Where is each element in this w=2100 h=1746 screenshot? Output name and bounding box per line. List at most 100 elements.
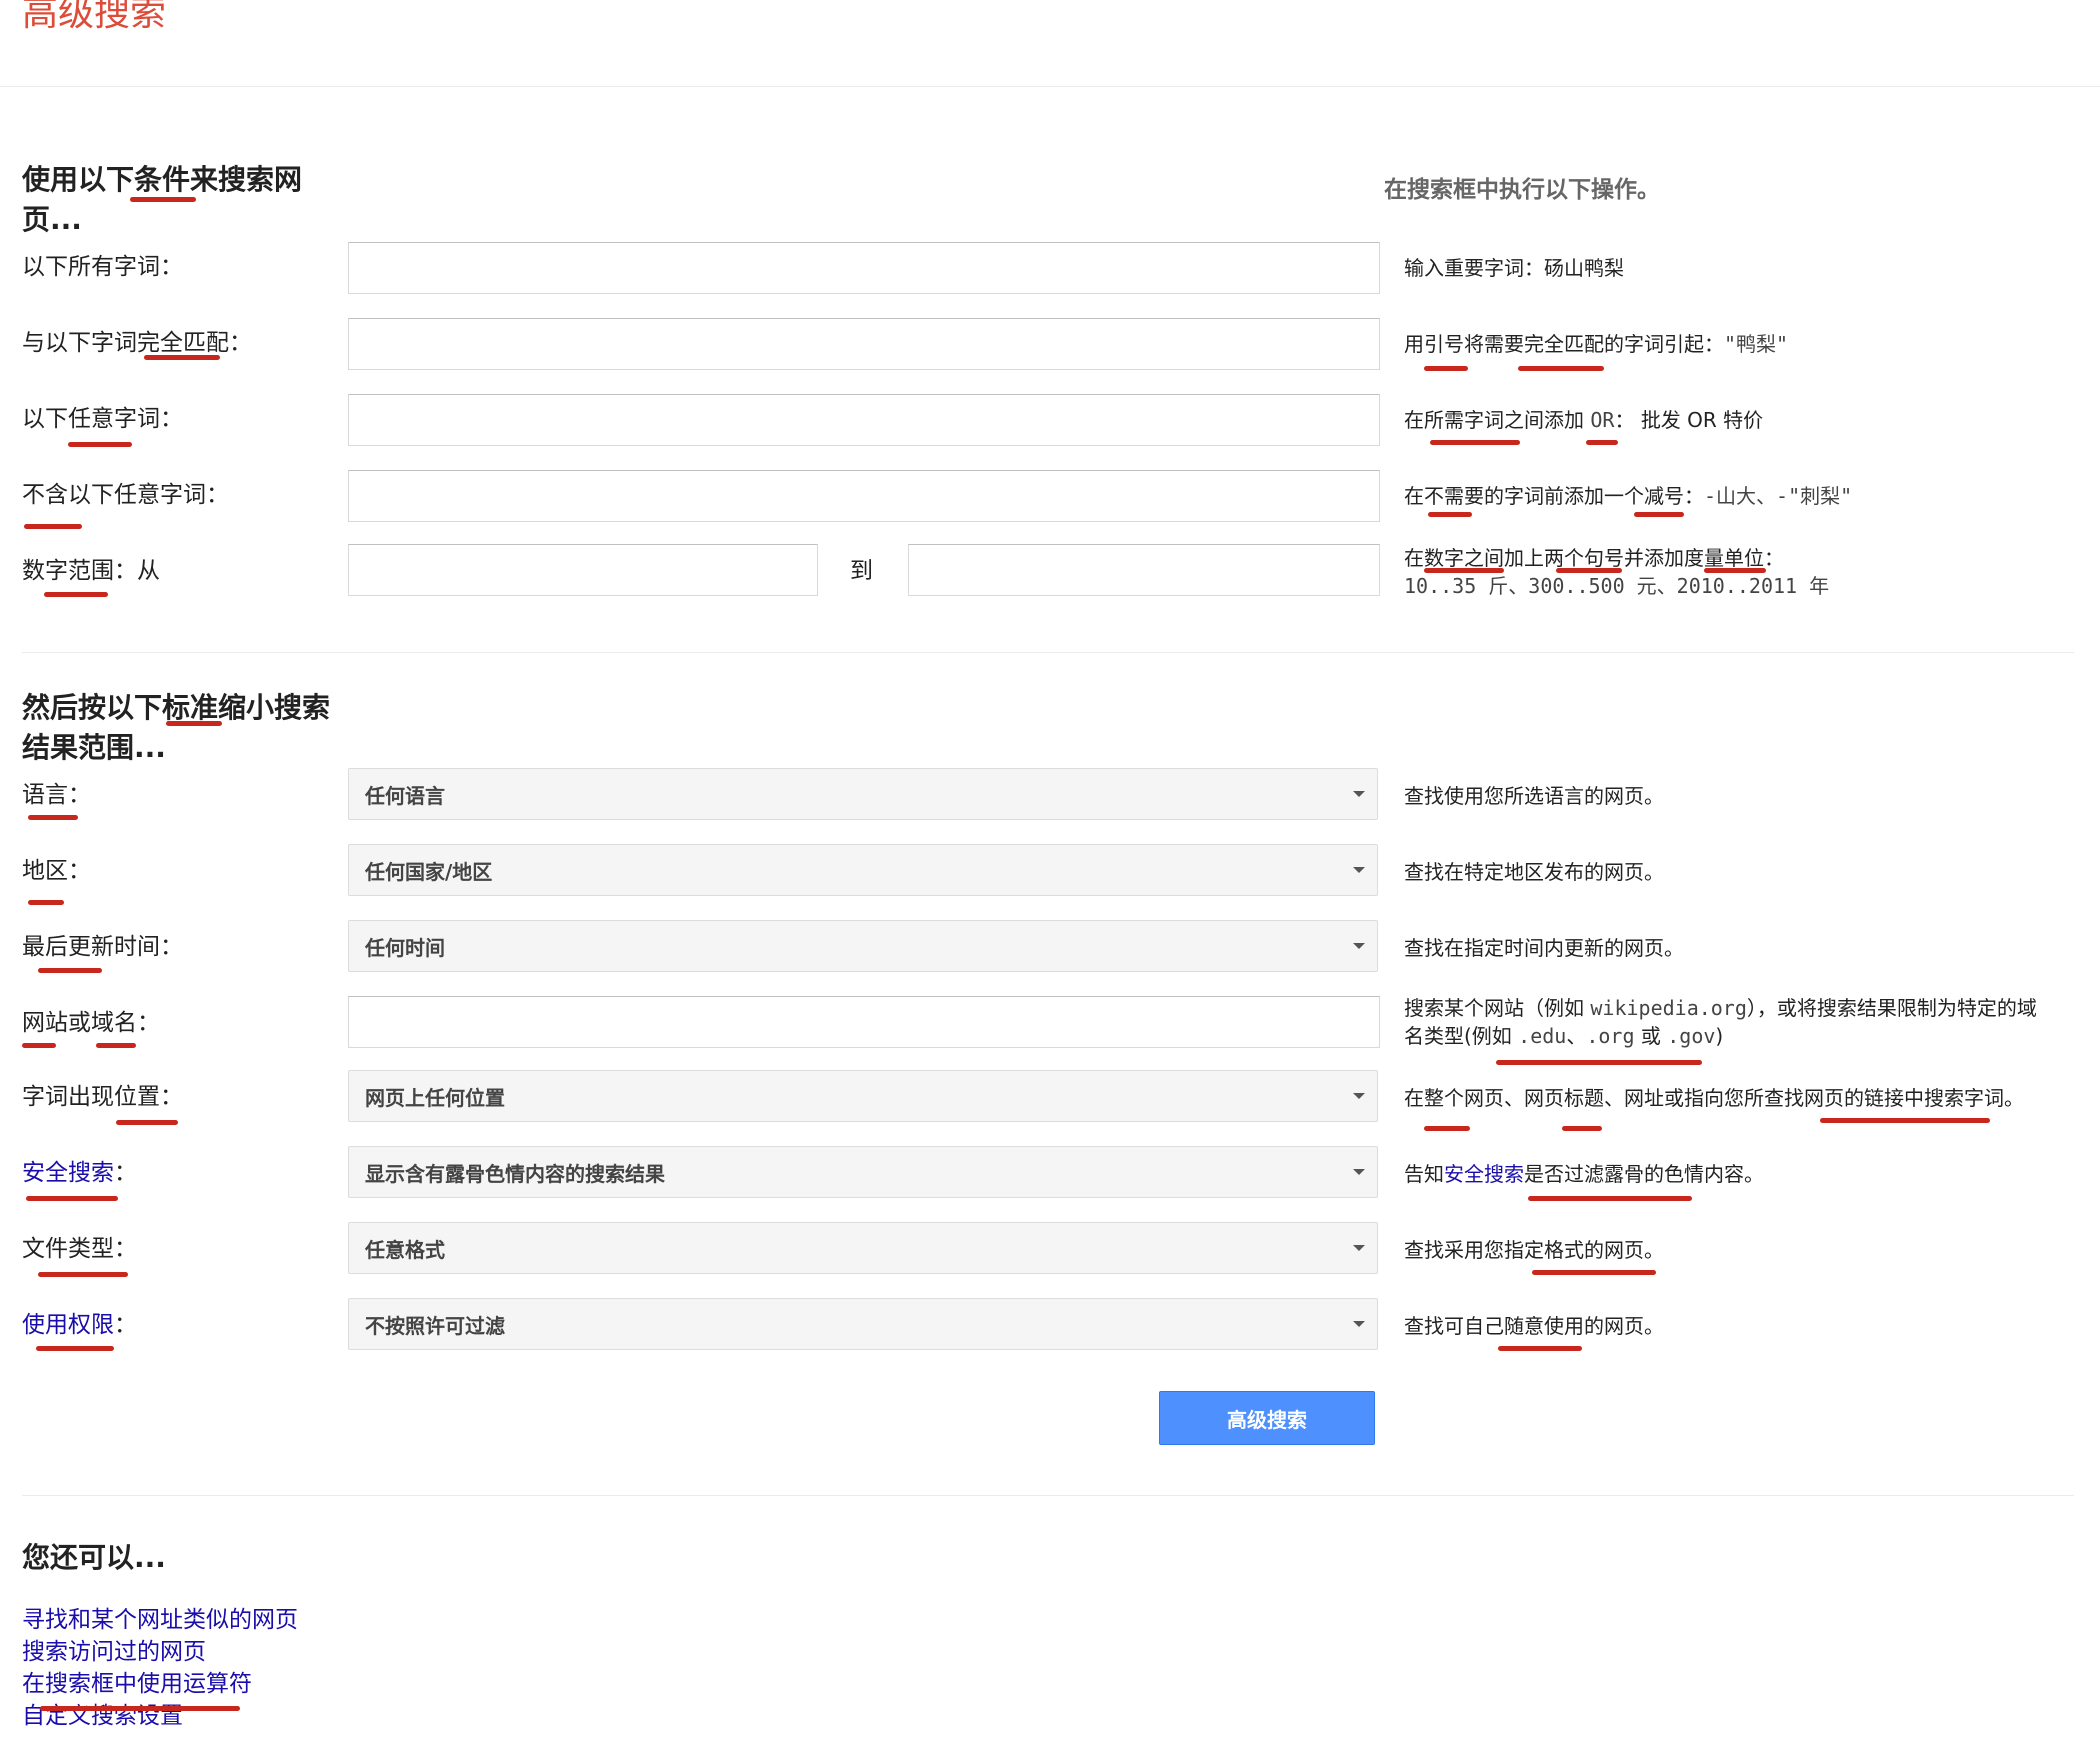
ops-heading: 在搜索框中执行以下操作。 [1384,177,1660,203]
all-words-input[interactable] [348,242,1380,294]
site-hint-or: 或 [1640,1024,1661,1048]
range-from-input[interactable] [348,544,818,596]
language-select[interactable]: 任何语言 [348,768,1378,820]
terms-appearing-select[interactable]: 网页上任何位置 [348,1070,1378,1122]
annotation-underline [1634,512,1684,517]
site-hint-org: .org [1586,1024,1635,1048]
usage-rights-select[interactable]: 不按照许可过滤 [348,1298,1378,1350]
annotation-underline [166,721,222,726]
dropdown-arrow-icon [1353,943,1365,949]
annotation-underline [96,1043,136,1048]
none-words-input[interactable] [348,470,1380,522]
last-update-select-value: 任何时间 [365,935,445,960]
annotation-underline [1430,440,1520,445]
dropdown-arrow-icon [1353,791,1365,797]
site-hint-c: 名类型(例如 [1404,1024,1512,1048]
region-select[interactable]: 任何国家/地区 [348,844,1378,896]
site-hint-gov: .gov [1667,1024,1716,1048]
region-select-value: 任何国家/地区 [365,859,493,884]
range-hint-line2: 10..35 斤、300..500 元、2010..2011 年 [1404,574,1830,598]
find-pages-heading-line2: 页... [22,203,82,236]
any-words-hint-sep: ： [1614,408,1635,432]
find-pages-heading-line1: 使用以下条件来搜索网 [22,163,303,196]
range-label: 数字范围：从 [22,558,160,584]
none-words-hint-example: -山大、-"刺梨" [1704,484,1853,508]
safesearch-select-value: 显示含有露骨色情内容的搜索结果 [365,1161,665,1186]
annotation-underline [1562,1126,1602,1131]
terms-appearing-hint: 在整个网页、网页标题、网址或指向您所查找网页的链接中搜索字词。 [1404,1086,2024,1110]
exact-phrase-label: 与以下字词完全匹配： [22,330,252,356]
all-words-hint: 输入重要字词：砀山鸭梨 [1404,254,1624,282]
usage-rights-select-value: 不按照许可过滤 [365,1313,505,1338]
usage-rights-hint: 查找可自己随意使用的网页。 [1404,1314,1664,1338]
annotation-underline [38,1272,128,1277]
exact-phrase-input[interactable] [348,318,1380,370]
site-hint-line2: 名类型(例如 .edu、.org 或 .gov) [1404,1022,2037,1050]
file-type-select-value: 任意格式 [365,1237,445,1262]
annotation-underline [144,355,220,360]
any-words-label: 以下任意字词： [22,406,183,432]
link-search-settings[interactable]: 自定义搜索设置 [22,1700,298,1732]
annotation-underline [1428,512,1472,517]
safesearch-select[interactable]: 显示含有露骨色情内容的搜索结果 [348,1146,1378,1198]
link-similar-pages[interactable]: 寻找和某个网址类似的网页 [22,1604,298,1636]
site-hint-d: ) [1715,1024,1724,1048]
annotation-underline [1424,568,1504,573]
annotation-underline [68,442,132,447]
region-hint: 查找在特定地区发布的网页。 [1404,860,1664,884]
safesearch-hint-b: 是否过滤露骨的色情内容。 [1524,1162,1764,1186]
any-words-hint-example: 批发 OR 特价 [1640,408,1764,432]
annotation-underline [1518,366,1604,371]
link-visited-pages[interactable]: 搜索访问过的网页 [22,1636,298,1668]
link-search-operators[interactable]: 在搜索框中使用运算符 [22,1668,298,1700]
annotation-underline [116,1120,178,1125]
range-to-input[interactable] [908,544,1380,596]
last-update-select[interactable]: 任何时间 [348,920,1378,972]
region-label: 地区： [22,858,91,884]
usage-rights-label: 使用权限： [22,1310,137,1340]
any-words-hint-op: OR [1590,408,1615,432]
language-hint: 查找使用您所选语言的网页。 [1404,784,1664,808]
language-label: 语言： [22,782,91,808]
site-hint-sep: 、 [1566,1024,1587,1048]
safesearch-link[interactable]: 安全搜索 [22,1160,114,1186]
safesearch-hint: 告知安全搜索是否过滤露骨的色情内容。 [1404,1160,1764,1188]
none-words-hint: 在不需要的字词前添加一个减号：-山大、-"刺梨" [1404,482,1852,510]
annotation-underline [1704,568,1766,573]
usage-rights-colon: ： [114,1312,137,1338]
file-type-select[interactable]: 任意格式 [348,1222,1378,1274]
exact-phrase-hint-example: "鸭梨" [1724,332,1789,356]
annotation-underline [130,197,196,202]
annotation-underline [1498,1346,1582,1351]
last-update-label: 最后更新时间： [22,934,183,960]
annotation-underline [1556,568,1622,573]
site-hint-a: 搜索某个网站（例如 [1404,996,1584,1020]
advanced-search-button[interactable]: 高级搜索 [1159,1391,1375,1445]
annotation-underline [1424,1126,1470,1131]
usage-rights-link[interactable]: 使用权限 [22,1312,114,1338]
header-divider [0,86,2100,87]
terms-appearing-select-value: 网页上任何位置 [365,1085,505,1110]
annotation-underline [26,1196,118,1201]
annotation-underline [22,1043,56,1048]
any-words-hint-text: 在所需字词之间添加 [1404,408,1584,432]
dropdown-arrow-icon [1353,867,1365,873]
site-hint-edu: .edu [1518,1024,1567,1048]
also-heading: 您还可以... [22,1541,166,1574]
file-type-hint: 查找采用您指定格式的网页。 [1404,1238,1664,1262]
safesearch-hint-link[interactable]: 安全搜索 [1444,1162,1524,1186]
dropdown-arrow-icon [1353,1245,1365,1251]
site-hint: 搜索某个网站（例如 wikipedia.org），或将搜索结果限制为特定的域 名… [1404,994,2037,1050]
annotation-underline [38,968,102,973]
annotation-underline [28,900,64,905]
annotation-underline [1820,1118,1990,1123]
all-words-label: 以下所有字词： [22,254,183,280]
all-words-hint-text: 输入重要字词： [1404,256,1544,280]
any-words-input[interactable] [348,394,1380,446]
range-to-label: 到 [850,558,873,584]
safesearch-label: 安全搜索： [22,1158,137,1188]
site-input[interactable] [348,996,1380,1048]
annotation-underline [24,524,82,529]
narrow-heading-line2: 结果范围... [22,731,166,764]
annotation-underline [36,1346,114,1351]
